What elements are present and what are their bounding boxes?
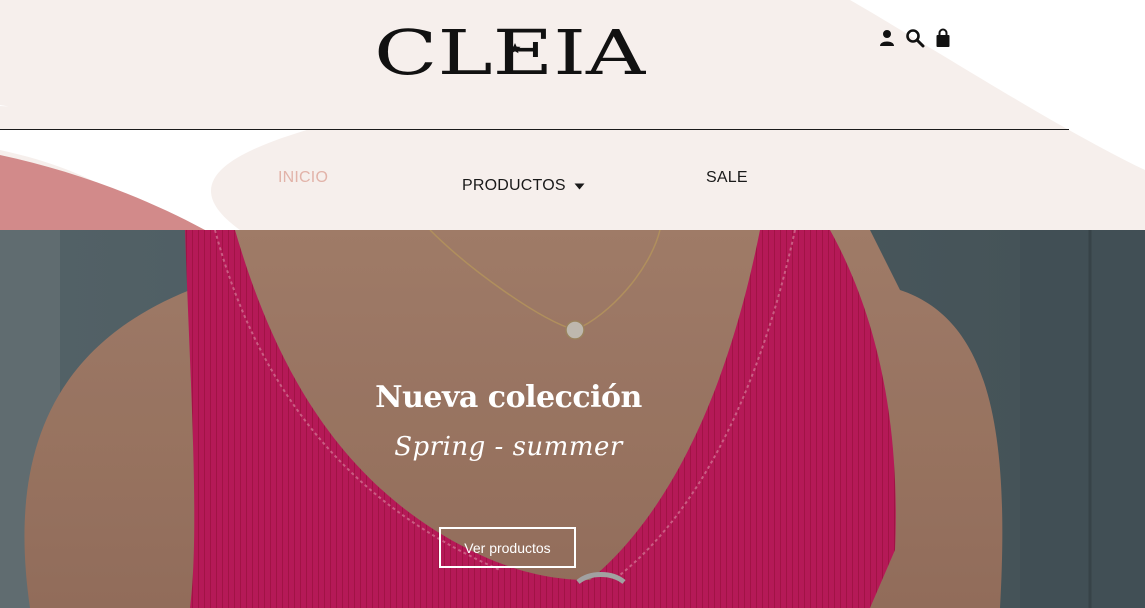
brand-logo-text: CLEIA [374, 16, 646, 82]
caret-down-icon [574, 183, 585, 189]
brand-logo[interactable]: CLEIA [374, 16, 646, 82]
view-products-button[interactable]: Ver productos [439, 527, 576, 568]
hero-banner: Nueva colección Spring - summer Ver prod… [0, 230, 1145, 608]
shopping-bag-icon[interactable] [932, 27, 954, 49]
nav-item-label: PRODUCTOS [462, 177, 566, 194]
nav-item-productos[interactable]: PRODUCTOS [462, 177, 585, 195]
header-divider [0, 129, 1069, 130]
user-icon[interactable] [876, 27, 898, 49]
hero-title: Nueva colección [375, 380, 642, 415]
nav-item-inicio[interactable]: INICIO [278, 169, 328, 187]
site-header: CLEIA INICIO PRODUCTOS SALE [0, 0, 1145, 230]
nav-item-label: SALE [706, 169, 748, 186]
nav-item-sale[interactable]: SALE [706, 169, 748, 187]
search-icon[interactable] [904, 27, 926, 49]
header-utility-icons [876, 27, 954, 49]
hero-subtitle: Spring - summer [394, 432, 623, 462]
nav-item-label: INICIO [278, 169, 329, 186]
